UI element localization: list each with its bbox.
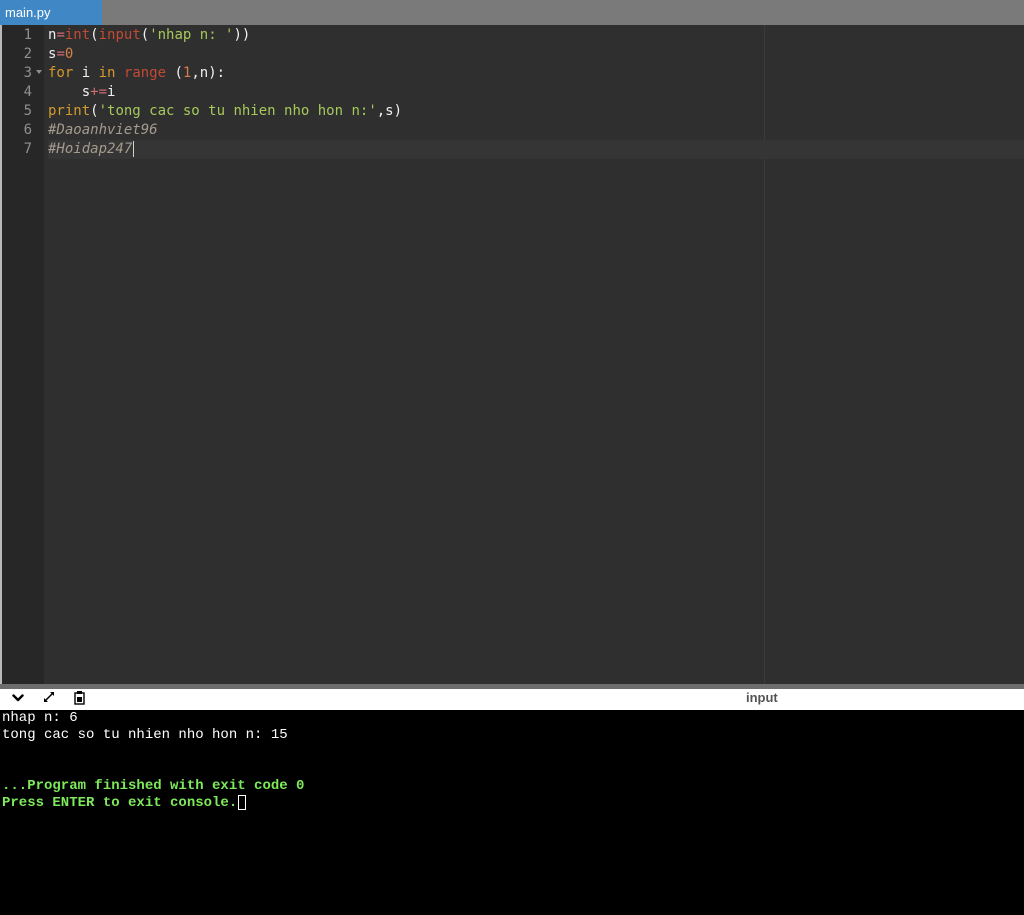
text-cursor xyxy=(133,141,135,157)
console-output[interactable]: nhap n: 6 tong cac so tu nhien nho hon n:… xyxy=(0,710,1024,915)
code-token: = xyxy=(56,46,65,62)
line-number: 4 xyxy=(23,84,32,100)
code-token: #Daoanhviet96 xyxy=(48,122,158,138)
code-token: ( xyxy=(90,27,99,43)
console-line: ...Program finished with exit code 0 xyxy=(2,778,305,794)
code-token: = xyxy=(56,27,65,43)
tab-main-py[interactable]: main.py xyxy=(0,0,102,25)
line-number: 2 xyxy=(23,46,32,62)
code-line[interactable]: s=0 xyxy=(48,45,1024,64)
code-token: int xyxy=(64,27,91,43)
code-line[interactable]: print('tong cac so tu nhien nho hon n:',… xyxy=(48,102,1024,121)
code-line[interactable]: #Daoanhviet96 xyxy=(48,121,1024,140)
code-token: ,s) xyxy=(376,103,403,119)
code-token: 0 xyxy=(64,46,74,62)
code-token: i xyxy=(107,84,116,100)
line-number: 6 xyxy=(23,122,32,138)
code-token: #Hoidap247 xyxy=(48,141,133,157)
code-line[interactable]: for i in range (1,n): xyxy=(48,64,1024,83)
expand-arrows-icon[interactable] xyxy=(39,690,59,709)
tab-bar: main.py xyxy=(0,0,1024,25)
code-token: += xyxy=(90,84,108,100)
code-line[interactable]: #Hoidap247 xyxy=(48,140,1024,159)
stdin-input-label[interactable]: input xyxy=(746,689,778,706)
code-token: range xyxy=(123,65,167,81)
chevron-down-icon[interactable] xyxy=(8,690,28,709)
line-number: 1 xyxy=(23,27,32,43)
code-token: input xyxy=(98,27,141,43)
line-number: 7 xyxy=(23,141,32,157)
code-token: in xyxy=(98,65,116,81)
clipboard-icon[interactable] xyxy=(69,690,89,709)
code-token: s xyxy=(48,84,91,100)
code-token: ( xyxy=(140,27,150,43)
code-token: print xyxy=(48,103,91,119)
code-token: )) xyxy=(233,27,251,43)
code-editor[interactable]: 1234567 n=int(input('nhap n: ')) s=0 for i… xyxy=(0,25,1024,684)
line-number-gutter: 1234567 xyxy=(2,25,44,684)
code-token: 'tong cac so tu nhien nho hon n:' xyxy=(98,103,377,119)
code-line[interactable]: s+=i xyxy=(48,83,1024,102)
line-number: 5 xyxy=(23,103,32,119)
fold-toggle-icon[interactable] xyxy=(35,64,43,83)
code-token: ,n): xyxy=(191,65,226,81)
console-line: nhap n: 6 xyxy=(2,710,78,726)
console-cursor xyxy=(238,795,247,810)
tab-label: main.py xyxy=(5,5,51,20)
code-token: ( xyxy=(166,65,183,81)
console-line: tong cac so tu nhien nho hon n: 15 xyxy=(2,727,288,743)
console-toolbar: input xyxy=(0,689,1024,710)
code-line[interactable]: n=int(input('nhap n: ')) xyxy=(48,26,1024,45)
code-token: i xyxy=(73,65,99,81)
code-token: for xyxy=(48,65,74,81)
code-token: 'nhap n: ' xyxy=(149,27,234,43)
console-line: Press ENTER to exit console. xyxy=(2,795,247,812)
code-token: ( xyxy=(90,103,99,119)
